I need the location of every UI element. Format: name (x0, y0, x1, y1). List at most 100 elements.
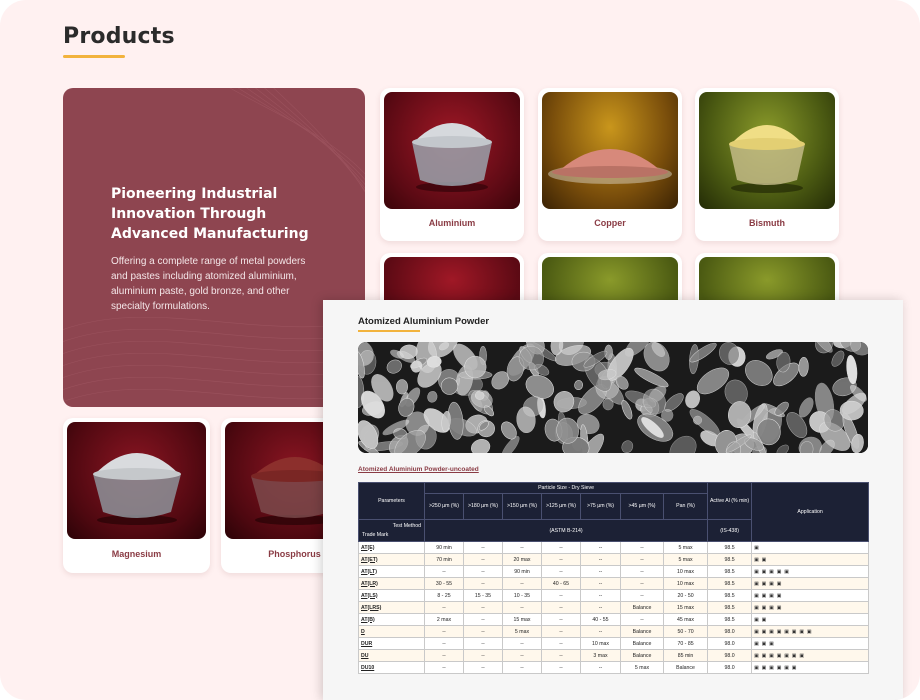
table-cell: 45 max (662, 613, 709, 626)
table-cell: 5 max (662, 541, 709, 554)
table-cell: 70 - 85 (662, 637, 709, 650)
header-test-method: Test Method (392, 523, 421, 529)
header-method-sieve: (ASTM B-214) (423, 519, 709, 542)
table-cell: -- (424, 625, 464, 638)
product-card-bismuth[interactable]: Bismuth (695, 88, 839, 241)
trade-mark-link[interactable]: DU10 (358, 661, 425, 674)
table-cell: -- (620, 565, 664, 578)
table-cell: 15 max (502, 613, 542, 626)
table-cell: 5 max (502, 625, 542, 638)
table-cell: Balance (620, 649, 664, 662)
table-cell: -- (541, 565, 581, 578)
table-cell: Balance (620, 625, 664, 638)
table-cell: -- (463, 661, 503, 674)
table-cell: -- (620, 613, 664, 626)
active-al-cell: 98.5 (707, 553, 753, 566)
table-row: DU -- -- -- -- 3 max Balance 85 min 98.0 ▣ ▣ ▣ ▣ … (358, 649, 870, 662)
table-cell: 5 max (620, 661, 664, 674)
table-cell: -- (620, 553, 664, 566)
trade-mark-link[interactable]: D (358, 625, 425, 638)
product-name: Magnesium (111, 549, 162, 559)
header-parameters: Parameters (358, 482, 425, 520)
table-cell: -- (541, 589, 581, 602)
table-cell: -- (424, 661, 464, 674)
trade-mark-link[interactable]: AT(LRS) (358, 601, 425, 614)
header-size: >150 µm (%) (502, 493, 542, 520)
trade-mark-link[interactable]: AT(ET) (358, 553, 425, 566)
application-icons: ▣ ▣ ▣ (751, 637, 870, 650)
product-name: Aluminium (428, 218, 476, 228)
table-cell: -- (463, 625, 503, 638)
application-icons: ▣ ▣ (751, 553, 870, 566)
trade-mark-link[interactable]: DU (358, 649, 425, 662)
table-cell: -- (424, 601, 464, 614)
table-cell: -- (463, 649, 503, 662)
page-canvas: Products Pioneering Industrial Innovatio… (0, 0, 920, 700)
table-cell: -- (424, 637, 464, 650)
table-subtitle-link[interactable]: Atomized Aluminium Powder-uncoated (358, 466, 479, 473)
table-cell: -- (502, 649, 542, 662)
table-cell: 90 min (424, 541, 464, 554)
spec-table: Parameters Particle Size - Dry Sieve Act… (358, 482, 870, 674)
table-cell: 3 max (580, 649, 621, 662)
product-card-aluminium[interactable]: Aluminium (380, 88, 524, 241)
table-cell: -- (620, 589, 664, 602)
table-cell: -- (424, 565, 464, 578)
header-application: Application (751, 482, 870, 542)
table-cell: -- (580, 541, 621, 554)
micrograph-carousel[interactable] (358, 342, 868, 453)
table-cell: -- (541, 553, 581, 566)
trade-mark-link[interactable]: AT(B) (358, 613, 425, 626)
table-cell: -- (463, 613, 503, 626)
table-cell: -- (463, 601, 503, 614)
panel-title: Atomized Aluminium Powder (358, 316, 490, 327)
table-cell: 10 - 35 (502, 589, 542, 602)
table-cell: 40 - 65 (541, 577, 581, 590)
table-cell: -- (580, 565, 621, 578)
table-cell: -- (541, 613, 581, 626)
table-cell: -- (541, 637, 581, 650)
table-cell: -- (502, 577, 542, 590)
header-size: >250 µm (%) (424, 493, 464, 520)
table-cell: 8 - 25 (424, 589, 464, 602)
header-size: >75 µm (%) (580, 493, 621, 520)
trade-mark-link[interactable]: AT(LS) (358, 589, 425, 602)
table-cell: 2 max (424, 613, 464, 626)
table-cell: -- (541, 625, 581, 638)
application-icons: ▣ ▣ ▣ ▣ (751, 589, 870, 602)
powder-bowl-icon (412, 123, 492, 192)
product-card-copper[interactable]: Copper (538, 88, 682, 241)
table-cell: 20 max (502, 553, 542, 566)
trade-mark-link[interactable]: DUR (358, 637, 425, 650)
table-cell: -- (580, 661, 621, 674)
table-cell: -- (424, 649, 464, 662)
table-cell: -- (502, 541, 542, 554)
table-cell: 90 min (502, 565, 542, 578)
table-cell: 15 - 35 (463, 589, 503, 602)
table-cell: 5 max (662, 553, 709, 566)
application-icons: ▣ (751, 541, 870, 554)
header-particle-size: Particle Size - Dry Sieve (423, 482, 709, 494)
table-cell: -- (620, 577, 664, 590)
product-card-magnesium[interactable]: Magnesium (63, 418, 210, 573)
header-size: >180 µm (%) (463, 493, 503, 520)
header-active-al: Active Al (% min) (707, 482, 753, 520)
application-icons: ▣ ▣ ▣ ▣ ▣ ▣ (751, 661, 870, 674)
table-cell: -- (541, 541, 581, 554)
table-cell: 15 max (662, 601, 709, 614)
powder-bowl-icon (93, 453, 181, 525)
trade-mark-link[interactable]: AT(LR) (358, 577, 425, 590)
table-cell: -- (463, 565, 503, 578)
table-cell: 50 - 70 (662, 625, 709, 638)
hero-card: Pioneering Industrial Innovation Through… (63, 88, 365, 407)
table-cell: -- (502, 601, 542, 614)
bismuth-image (699, 92, 835, 209)
table-cell: -- (502, 637, 542, 650)
trade-mark-link[interactable]: AT(E) (358, 541, 425, 554)
trade-mark-link[interactable]: AT(LT) (358, 565, 425, 578)
table-row: AT(E) 90 min -- -- -- -- -- 5 max 98.5 ▣ (358, 541, 870, 554)
application-icons: ▣ ▣ ▣ ▣ ▣ ▣ ▣ ▣ (751, 625, 870, 638)
sem-micrograph-image (358, 342, 868, 453)
panel-title-underline (358, 330, 420, 332)
active-al-cell: 98.5 (707, 565, 753, 578)
